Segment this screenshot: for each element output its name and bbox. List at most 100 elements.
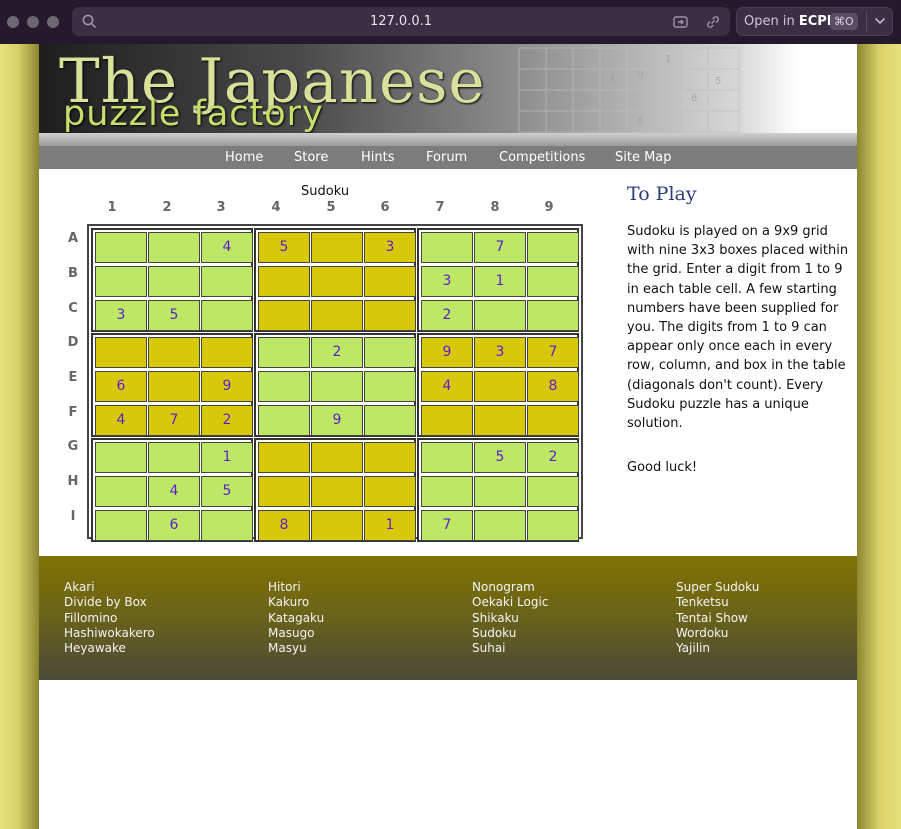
logo-subtitle[interactable]: puzzle factory xyxy=(63,94,324,133)
footer-link[interactable]: Kakuro xyxy=(268,595,324,610)
sudoku-cell[interactable]: 4 xyxy=(201,232,253,263)
sudoku-cell[interactable] xyxy=(258,337,310,368)
sudoku-cell[interactable] xyxy=(95,510,147,541)
sudoku-cell[interactable] xyxy=(201,337,253,368)
sudoku-cell[interactable]: 7 xyxy=(148,405,200,436)
sudoku-cell[interactable]: 7 xyxy=(421,510,473,541)
sudoku-cell[interactable] xyxy=(258,476,310,507)
sudoku-cell[interactable] xyxy=(527,266,579,297)
sudoku-cell[interactable] xyxy=(474,405,526,436)
sudoku-cell[interactable] xyxy=(364,337,416,368)
sudoku-cell[interactable] xyxy=(527,300,579,331)
footer-link[interactable]: Katagaku xyxy=(268,611,324,626)
sudoku-cell[interactable] xyxy=(311,232,363,263)
sudoku-cell[interactable] xyxy=(474,476,526,507)
sudoku-cell[interactable] xyxy=(421,442,473,473)
sudoku-cell[interactable]: 9 xyxy=(201,371,253,402)
sudoku-cell[interactable]: 3 xyxy=(421,266,473,297)
sudoku-cell[interactable] xyxy=(364,442,416,473)
nav-home[interactable]: Home xyxy=(225,146,263,169)
footer-link[interactable]: Heyawake xyxy=(64,641,155,656)
sudoku-cell[interactable] xyxy=(201,300,253,331)
sudoku-cell[interactable] xyxy=(311,476,363,507)
sudoku-cell[interactable] xyxy=(148,266,200,297)
sudoku-cell[interactable] xyxy=(364,266,416,297)
footer-link[interactable]: Hitori xyxy=(268,580,324,595)
footer-link[interactable]: Super Sudoku xyxy=(676,580,759,595)
sudoku-cell[interactable]: 5 xyxy=(201,476,253,507)
footer-link[interactable]: Suhai xyxy=(472,641,548,656)
sudoku-cell[interactable] xyxy=(95,232,147,263)
sudoku-cell[interactable] xyxy=(201,510,253,541)
sudoku-cell[interactable]: 9 xyxy=(311,405,363,436)
window-minimize-dot[interactable] xyxy=(27,16,39,28)
sudoku-cell[interactable]: 3 xyxy=(95,300,147,331)
sudoku-cell[interactable]: 9 xyxy=(421,337,473,368)
footer-link[interactable]: Tenketsu xyxy=(676,595,759,610)
footer-link[interactable]: Nonogram xyxy=(472,580,548,595)
sudoku-cell[interactable] xyxy=(421,232,473,263)
footer-link[interactable]: Hashiwokakero xyxy=(64,626,155,641)
sudoku-cell[interactable]: 3 xyxy=(364,232,416,263)
sudoku-cell[interactable]: 1 xyxy=(364,510,416,541)
sudoku-cell[interactable] xyxy=(148,442,200,473)
sudoku-cell[interactable] xyxy=(258,300,310,331)
footer-link[interactable]: Yajilin xyxy=(676,641,759,656)
sudoku-cell[interactable] xyxy=(364,405,416,436)
sudoku-cell[interactable]: 7 xyxy=(474,232,526,263)
sudoku-cell[interactable] xyxy=(421,476,473,507)
sudoku-cell[interactable] xyxy=(258,266,310,297)
sudoku-cell[interactable] xyxy=(201,266,253,297)
sudoku-cell[interactable]: 7 xyxy=(527,337,579,368)
sudoku-cell[interactable] xyxy=(95,266,147,297)
nav-forum[interactable]: Forum xyxy=(426,146,467,169)
sudoku-cell[interactable] xyxy=(311,300,363,331)
sudoku-cell[interactable] xyxy=(311,442,363,473)
footer-link[interactable]: Masyu xyxy=(268,641,324,656)
sudoku-cell[interactable]: 8 xyxy=(258,510,310,541)
sudoku-cell[interactable]: 8 xyxy=(527,371,579,402)
sudoku-cell[interactable]: 1 xyxy=(201,442,253,473)
sudoku-cell[interactable] xyxy=(527,510,579,541)
sudoku-cell[interactable] xyxy=(311,510,363,541)
footer-link[interactable]: Fillomino xyxy=(64,611,155,626)
nav-store[interactable]: Store xyxy=(294,146,328,169)
sudoku-cell[interactable]: 2 xyxy=(201,405,253,436)
sudoku-cell[interactable]: 2 xyxy=(311,337,363,368)
footer-link[interactable]: Masugo xyxy=(268,626,324,641)
sudoku-cell[interactable]: 5 xyxy=(258,232,310,263)
sudoku-cell[interactable]: 6 xyxy=(95,371,147,402)
sudoku-cell[interactable]: 5 xyxy=(474,442,526,473)
sudoku-cell[interactable] xyxy=(258,371,310,402)
footer-link[interactable]: Wordoku xyxy=(676,626,759,641)
open-in-app-button[interactable]: Open in ECPI ⌘O xyxy=(736,7,893,36)
sudoku-cell[interactable]: 4 xyxy=(421,371,473,402)
sudoku-cell[interactable]: 2 xyxy=(421,300,473,331)
sudoku-cell[interactable] xyxy=(95,337,147,368)
address-bar[interactable]: 127.0.0.1 xyxy=(72,7,730,36)
sudoku-cell[interactable]: 1 xyxy=(474,266,526,297)
sudoku-cell[interactable] xyxy=(311,371,363,402)
sudoku-cell[interactable] xyxy=(527,232,579,263)
sudoku-cell[interactable]: 4 xyxy=(95,405,147,436)
link-icon[interactable] xyxy=(704,13,722,31)
sudoku-cell[interactable] xyxy=(364,476,416,507)
sudoku-cell[interactable] xyxy=(474,371,526,402)
sudoku-cell[interactable] xyxy=(311,266,363,297)
sudoku-cell[interactable] xyxy=(474,300,526,331)
sudoku-cell[interactable] xyxy=(364,300,416,331)
sudoku-cell[interactable]: 5 xyxy=(148,300,200,331)
footer-link[interactable]: Sudoku xyxy=(472,626,548,641)
sudoku-cell[interactable]: 6 xyxy=(148,510,200,541)
window-close-dot[interactable] xyxy=(7,16,19,28)
sudoku-cell[interactable] xyxy=(258,442,310,473)
sudoku-cell[interactable] xyxy=(148,337,200,368)
nav-hints[interactable]: Hints xyxy=(361,146,395,169)
sudoku-cell[interactable] xyxy=(474,510,526,541)
chevron-down-icon[interactable] xyxy=(874,17,886,25)
footer-link[interactable]: Divide by Box xyxy=(64,595,155,610)
nav-competitions[interactable]: Competitions xyxy=(499,146,585,169)
sudoku-cell[interactable] xyxy=(527,476,579,507)
sudoku-cell[interactable] xyxy=(527,405,579,436)
sudoku-cell[interactable] xyxy=(148,371,200,402)
